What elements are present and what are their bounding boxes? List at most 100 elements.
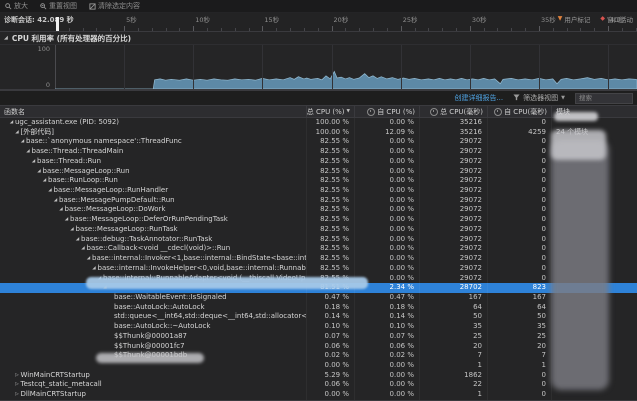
expander-expanded-icon[interactable]: ◢	[8, 118, 15, 128]
column-header-function-name[interactable]: 函数名	[0, 106, 307, 117]
total-cpu-pct-value: 82.55 %	[307, 274, 355, 284]
expander-expanded-icon[interactable]: ◢	[47, 186, 54, 196]
module-value	[552, 264, 637, 274]
self-cpu-pct-value: 0.00 %	[355, 361, 420, 371]
expander-expanded-icon[interactable]: ◢	[41, 176, 48, 186]
table-row[interactable]: ◢base::MessageLoop::RunTask82.55 %0.00 %…	[0, 225, 637, 235]
expander-collapsed-icon[interactable]: ▷	[14, 380, 21, 390]
self-cpu-ms-value: 20	[488, 342, 552, 352]
ruler-tick	[553, 28, 554, 31]
function-name-label: WinMainCRTStartup	[21, 371, 90, 381]
total-cpu-ms-value: 29072	[420, 176, 488, 186]
table-row[interactable]: ◢base::internal::InvokeHelper<0,void,bas…	[0, 264, 637, 274]
table-row[interactable]: 0.00 %0.00 %11	[0, 361, 637, 371]
table-row[interactable]: base::AutoLock::AutoLock0.18 %0.18 %6464	[0, 303, 637, 313]
total-cpu-pct-value: 82.55 %	[307, 176, 355, 186]
graph-gridline	[401, 45, 402, 89]
timeline-playhead[interactable]	[56, 17, 59, 31]
zoom-in-button[interactable]: 放大	[5, 1, 28, 11]
expander-expanded-icon[interactable]: ◢	[85, 254, 92, 264]
table-row[interactable]: ◢base::`anonymous namespace'::ThreadFunc…	[0, 137, 637, 147]
expander-expanded-icon[interactable]: ◢	[96, 274, 103, 284]
reset-view-label: 重置视图	[49, 1, 77, 11]
filter-view-dropdown[interactable]: 筛选器视图 ▼	[513, 93, 565, 103]
table-row[interactable]: ◢Run81.51 %2.34 %28702823	[0, 283, 637, 293]
function-name-label: base::RunLoop::Run	[48, 176, 118, 186]
table-row[interactable]: ◢base::internal::RunnableAdapter<void (_…	[0, 274, 637, 284]
table-row[interactable]: $$Thunk@00001a870.07 %0.07 %2525	[0, 332, 637, 342]
total-cpu-ms-value: 28702	[420, 283, 488, 293]
self-cpu-pct-value: 0.00 %	[355, 147, 420, 157]
ruler-tick-label: 20秒	[334, 14, 349, 24]
table-row[interactable]: ◢base::RunLoop::Run82.55 %0.00 %290720	[0, 176, 637, 186]
table-row[interactable]: ◢base::MessagePumpDefault::Run82.55 %0.0…	[0, 196, 637, 206]
zoom-in-label: 放大	[14, 1, 28, 11]
table-row[interactable]: ◢[外部代码]100.00 %12.09 %35216425924 个模块	[0, 128, 637, 138]
ruler-tick	[470, 26, 471, 31]
session-duration-label: 诊断会话: 42.089 秒	[4, 15, 74, 25]
table-row[interactable]: ◢base::MessageLoop::DeferOrRunPendingTas…	[0, 215, 637, 225]
expander-expanded-icon[interactable]: ◢	[25, 147, 32, 157]
cpu-usage-graph[interactable]: 100 0	[0, 45, 637, 91]
expander-expanded-icon[interactable]: ◢	[80, 244, 87, 254]
reset-view-button[interactable]: 重置视图	[40, 1, 77, 11]
table-row[interactable]: ▷Testcqt_static_metacall0.06 %0.00 %220	[0, 380, 637, 390]
expander-expanded-icon[interactable]: ◢	[19, 137, 26, 147]
total-cpu-ms-value: 25	[420, 332, 488, 342]
table-row[interactable]: $$Thunk@00001fc70.06 %0.06 %2020	[0, 342, 637, 352]
expander-expanded-icon[interactable]: ◢	[69, 225, 76, 235]
table-row[interactable]: ◢base::Callback<void __cdecl(void)>::Run…	[0, 244, 637, 254]
table-row[interactable]: ◢base::MessageLoop::DoWork82.55 %0.00 %2…	[0, 205, 637, 215]
expander-expanded-icon[interactable]: ◢	[36, 167, 43, 177]
table-row[interactable]: ▷DllMainCRTStartup0.00 %0.00 %10	[0, 390, 637, 400]
self-cpu-ms-value: 167	[488, 293, 552, 303]
table-row[interactable]: $$Thunk@00001bdb0.02 %0.02 %77	[0, 351, 637, 361]
self-cpu-pct-value: 0.18 %	[355, 303, 420, 313]
table-row[interactable]: ◢base::MessageLoop::RunHandler82.55 %0.0…	[0, 186, 637, 196]
expander-expanded-icon[interactable]: ◢	[52, 196, 59, 206]
expander-expanded-icon[interactable]: ◢	[74, 235, 81, 245]
ruler-tick	[401, 26, 402, 31]
table-row[interactable]: ◢base::Thread::Run82.55 %0.00 %290720	[0, 157, 637, 167]
self-cpu-pct-value: 2.34 %	[355, 283, 420, 293]
table-row[interactable]: ◢base::debug::TaskAnnotator::RunTask82.5…	[0, 235, 637, 245]
table-row[interactable]: base::WaitableEvent::IsSignaled0.47 %0.4…	[0, 293, 637, 303]
table-row[interactable]: base::AutoLock::~AutoLock0.10 %0.10 %353…	[0, 322, 637, 332]
expander-expanded-icon[interactable]: ◢	[14, 128, 21, 138]
table-row[interactable]: ◢base::MessageLoop::Run82.55 %0.00 %2907…	[0, 167, 637, 177]
ruler-tick	[497, 28, 498, 31]
column-header-total-cpu-pct[interactable]: 总 CPU (%) ▼	[307, 106, 355, 117]
function-name-label: base::`anonymous namespace'::ThreadFunc	[26, 137, 182, 147]
expander-expanded-icon[interactable]: ◢	[58, 205, 65, 215]
expander-expanded-icon[interactable]: ◢	[30, 157, 37, 167]
self-cpu-ms-value: 0	[488, 244, 552, 254]
expander-expanded-icon[interactable]: ◢	[63, 215, 70, 225]
table-row[interactable]: ◢ugc_assistant.exe (PID: 5092)100.00 %0.…	[0, 118, 637, 128]
user-mark-icon: ▼	[558, 16, 563, 22]
timeline-ruler[interactable]: 诊断会话: 42.089 秒 ▼ 用户标记 ◆ 窗口活动 5秒10秒15秒20秒…	[0, 13, 637, 32]
expander-collapsed-icon[interactable]: ▷	[14, 390, 21, 400]
column-header-self-cpu-pct[interactable]: 自 CPU (%)	[355, 106, 420, 117]
cpu-area-chart	[55, 45, 637, 89]
table-row[interactable]: ▷WinMainCRTStartup5.29 %0.00 %18620	[0, 371, 637, 381]
expander-collapsed-icon[interactable]: ▷	[14, 371, 21, 381]
cpu-section-header[interactable]: ◢ CPU 利用率 (所有处理器的百分比)	[0, 32, 637, 45]
table-row[interactable]: ◢base::Thread::ThreadMain82.55 %0.00 %29…	[0, 147, 637, 157]
create-detailed-report-link[interactable]: 创建详细报告...	[454, 93, 503, 103]
self-cpu-ms-value: 0	[488, 157, 552, 167]
column-header-self-cpu-ms[interactable]: 自 CPU(毫秒)	[488, 106, 552, 117]
self-cpu-pct-value: 0.00 %	[355, 196, 420, 206]
self-cpu-pct-value: 0.00 %	[355, 371, 420, 381]
self-cpu-ms-value: 0	[488, 225, 552, 235]
column-header-module[interactable]: 模块	[552, 106, 637, 117]
expander-expanded-icon[interactable]: ◢	[102, 283, 109, 293]
clear-selection-button[interactable]: 清除选定内容	[89, 1, 140, 11]
table-row[interactable]: std::queue<__int64,std::deque<__int64,st…	[0, 312, 637, 322]
graph-gridline	[470, 45, 471, 89]
search-input[interactable]	[575, 93, 633, 104]
section-expander-icon[interactable]: ◢	[4, 35, 8, 41]
table-row[interactable]: ◢base::internal::Invoker<1,base::interna…	[0, 254, 637, 264]
expander-expanded-icon[interactable]: ◢	[91, 264, 98, 274]
column-header-total-cpu-ms[interactable]: 总 CPU(毫秒)	[420, 106, 488, 117]
self-cpu-pct-value: 0.06 %	[355, 342, 420, 352]
